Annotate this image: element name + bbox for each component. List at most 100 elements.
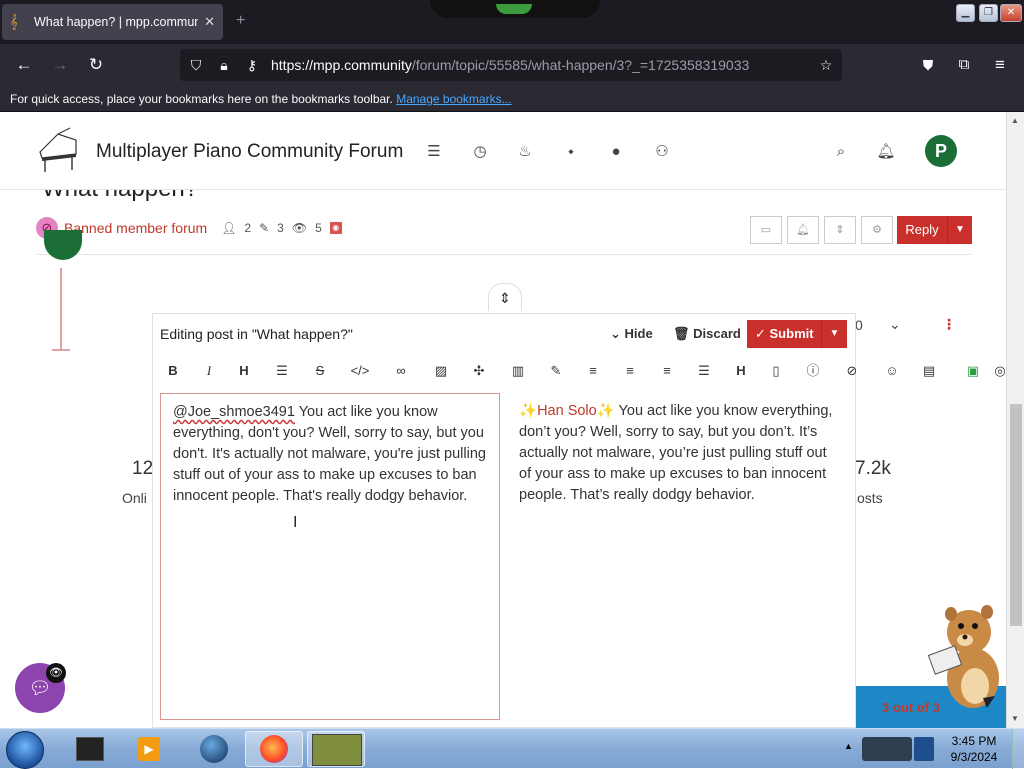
poster-avatar[interactable] xyxy=(44,230,82,260)
align-left-icon[interactable]: ≡ xyxy=(581,360,605,382)
shield-icon[interactable]: ⛉ xyxy=(186,55,206,75)
taskbar-app-globe[interactable] xyxy=(184,731,242,767)
tags-icon[interactable]: ⬩ xyxy=(561,142,581,162)
bookmark-star-icon[interactable]: ☆ xyxy=(816,55,836,75)
minimize-button[interactable]: ▁ xyxy=(956,4,975,22)
preview-eye-icon[interactable]: ◎ xyxy=(993,360,1007,382)
bookmarks-hint: For quick access, place your bookmarks h… xyxy=(10,92,393,106)
category-link[interactable]: Banned member forum xyxy=(64,220,207,236)
align-center-icon[interactable]: ≡ xyxy=(618,360,642,382)
piano-logo-icon[interactable] xyxy=(36,126,80,174)
stat-label-right: osts xyxy=(857,490,883,506)
url-text[interactable]: https://mpp.community/forum/topic/55585/… xyxy=(271,57,749,73)
scroll-up-icon[interactable]: ▲ xyxy=(1011,116,1019,125)
reload-icon[interactable]: ↻ xyxy=(84,53,108,77)
link-icon[interactable]: ∞ xyxy=(389,360,413,382)
italic-icon[interactable]: I xyxy=(197,360,221,382)
close-window-button[interactable]: ✕ xyxy=(1000,4,1022,22)
hamster-mascot-icon xyxy=(927,605,999,708)
scroll-down-icon[interactable]: ▼ xyxy=(1011,714,1019,723)
key-icon[interactable]: ⚷ xyxy=(242,55,262,75)
rss-icon[interactable]: ◉ xyxy=(329,222,342,234)
groups-icon[interactable]: ⚇ xyxy=(652,142,672,162)
piano-favicon-icon: 𝄞 xyxy=(10,14,18,29)
post-editor-textarea[interactable]: @Joe_shmoe3491 You act like you know eve… xyxy=(160,393,500,720)
navigation-bar: ← → ↻ ⛉ 🔒︎ ⚷ https://mpp.community/forum… xyxy=(0,44,1024,86)
upload-file-icon[interactable]: ▤ xyxy=(917,360,941,382)
sort-icon[interactable]: ⇕ xyxy=(824,216,856,244)
tray-icons[interactable] xyxy=(862,737,912,761)
scrollbar-thumb[interactable] xyxy=(1010,404,1022,626)
discard-button[interactable]: 🗑︎ Discard xyxy=(673,326,741,342)
eye-icon[interactable]: 👁︎ xyxy=(46,663,66,683)
watch-bell-icon[interactable]: 🔔︎ xyxy=(787,216,819,244)
hide-preview-icon[interactable]: ⊘ xyxy=(840,360,864,382)
window-notch xyxy=(430,0,600,18)
justify-icon[interactable]: ☰ xyxy=(692,360,716,382)
bookmarks-toolbar: For quick access, place your bookmarks h… xyxy=(0,86,1024,112)
taskbar-app-terminal[interactable] xyxy=(60,731,118,767)
tray-expand-icon[interactable]: ▲ xyxy=(844,741,853,751)
posts-count: 3 xyxy=(277,221,284,235)
forward-arrow-icon[interactable]: → xyxy=(48,53,72,77)
popular-fire-icon[interactable]: ♨ xyxy=(515,142,535,162)
chevron-down-icon[interactable]: ⌄ xyxy=(889,316,901,333)
taskbar-clock[interactable]: 3:45 PM 9/3/2024 xyxy=(940,733,1008,765)
start-button[interactable] xyxy=(6,731,44,769)
heading-icon[interactable]: H xyxy=(232,360,256,382)
file-icon[interactable]: ▯ xyxy=(764,360,788,382)
composer-resize-handle-icon[interactable]: ⇕ xyxy=(488,283,522,311)
user-avatar[interactable]: P xyxy=(925,135,957,167)
post-menu-dots-icon[interactable]: ⋮ xyxy=(942,316,956,333)
categories-icon[interactable]: ☰ xyxy=(424,142,444,162)
save-draft-icon[interactable]: ▣ xyxy=(961,360,985,382)
taskbar-app-box[interactable] xyxy=(307,731,365,767)
composer-heading: Editing post in "What happen?" xyxy=(160,326,353,342)
notifications-bell-icon[interactable]: 🔔︎ xyxy=(876,142,896,162)
editor-text[interactable]: @Joe_shmoe3491 You act like you know eve… xyxy=(173,402,491,507)
taskbar-app-firefox[interactable] xyxy=(245,731,303,767)
taskbar-app-media-player[interactable]: ▶ xyxy=(120,731,178,767)
color-picker-icon[interactable]: ✎ xyxy=(544,360,568,382)
back-arrow-icon[interactable]: ← xyxy=(12,53,36,77)
emoji-icon[interactable]: ☺ xyxy=(880,360,904,382)
close-tab-icon[interactable]: ✕ xyxy=(204,14,215,30)
info-icon[interactable]: ⓘ xyxy=(801,360,825,382)
heading-alt-icon[interactable]: H xyxy=(729,360,753,382)
new-tab-icon[interactable]: + xyxy=(236,12,245,30)
url-bar[interactable]: ⛉ 🔒︎ ⚷ https://mpp.community/forum/topic… xyxy=(180,49,842,81)
menu-icon[interactable]: ≡ xyxy=(988,53,1012,77)
hide-button[interactable]: ⌄ Hide xyxy=(610,326,653,342)
reply-dropdown-caret-icon[interactable]: ▼ xyxy=(947,216,972,244)
search-icon[interactable]: ⌕ xyxy=(831,142,851,162)
pocket-icon[interactable]: ⛊ xyxy=(916,53,940,77)
tray-network-icon[interactable] xyxy=(914,737,934,761)
align-right-icon[interactable]: ≡ xyxy=(655,360,679,382)
extensions-icon[interactable]: ⧉ xyxy=(952,53,976,77)
site-header: Multiplayer Piano Community Forum ☰ ◷ ♨ … xyxy=(0,112,1006,190)
submit-button[interactable]: ✓ Submit ▼ xyxy=(747,320,847,348)
submit-dropdown-caret-icon[interactable]: ▼ xyxy=(821,320,847,348)
chart-icon[interactable]: ▥ xyxy=(506,360,530,382)
zen-mode-icon[interactable]: ✣ xyxy=(467,360,491,382)
topic-tools-gear-icon[interactable]: ⚙ xyxy=(861,216,893,244)
bold-icon[interactable]: B xyxy=(161,360,185,382)
browser-tab[interactable]: 𝄞 What happen? | mpp.communi ✕ xyxy=(2,4,223,40)
strikethrough-icon[interactable]: S xyxy=(308,360,332,382)
lock-icon[interactable]: 🔒︎ xyxy=(214,55,234,75)
maximize-button[interactable]: ❐ xyxy=(979,4,998,22)
stat-value-left: 12 xyxy=(132,458,154,479)
users-icon[interactable]: ● xyxy=(606,142,626,162)
code-icon[interactable]: </> xyxy=(348,360,372,382)
manage-bookmarks-link[interactable]: Manage bookmarks... xyxy=(396,92,511,106)
stat-value-right: 7.2k xyxy=(855,458,891,479)
mark-unread-icon[interactable]: ▭ xyxy=(750,216,782,244)
posters-icon: 👤︎ xyxy=(221,221,237,235)
site-title[interactable]: Multiplayer Piano Community Forum xyxy=(96,141,403,163)
reply-button[interactable]: Reply xyxy=(897,216,947,244)
recent-clock-icon[interactable]: ◷ xyxy=(470,142,490,162)
show-desktop-button[interactable] xyxy=(1012,729,1024,769)
image-icon[interactable]: ▨ xyxy=(429,360,453,382)
page-scrollbar[interactable]: ▲ ▼ xyxy=(1006,112,1024,728)
bulleted-list-icon[interactable]: ☰ xyxy=(270,360,294,382)
